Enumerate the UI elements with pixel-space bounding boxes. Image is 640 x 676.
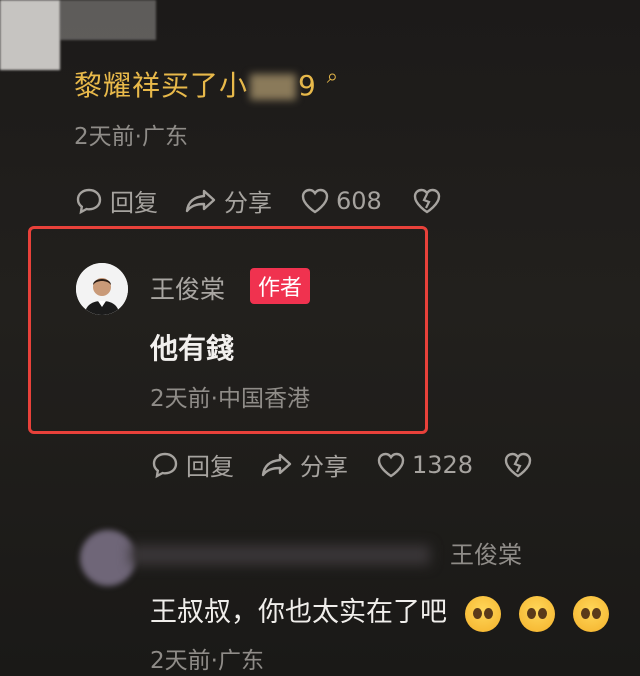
pleading-face-icon	[465, 595, 501, 632]
share-button[interactable]: 分享	[184, 183, 272, 218]
author-reply-text: 他有錢	[150, 332, 235, 365]
heart-icon	[301, 188, 329, 213]
share-icon	[185, 189, 216, 212]
share-button[interactable]: 分享	[260, 447, 348, 482]
comment-icon	[76, 188, 102, 214]
search-icon: ⌕	[326, 64, 339, 88]
pleading-face-icon	[573, 595, 609, 632]
reply-to-name[interactable]: 王俊棠	[450, 535, 522, 570]
reply-button[interactable]: 回复	[74, 183, 158, 218]
comment-text: 王叔叔，你也太实在了吧	[150, 590, 609, 632]
blurred-user-avatar	[80, 530, 136, 586]
comment-meta: 2天前·广东	[74, 124, 188, 150]
dislike-button[interactable]	[412, 187, 442, 215]
blurred-avatar	[0, 0, 60, 70]
like-button[interactable]: 608	[300, 187, 382, 215]
comment-icon	[152, 452, 178, 478]
like-button[interactable]: 1328	[376, 451, 473, 479]
author-reply-meta: 2天前·中国香港	[150, 386, 310, 412]
blurred-user-name	[130, 545, 430, 565]
author-name[interactable]: 王俊棠	[150, 270, 225, 306]
blurred-name	[60, 0, 156, 40]
heart-icon	[377, 452, 405, 477]
author-badge: 作者	[250, 268, 311, 304]
dislike-button[interactable]	[503, 451, 533, 479]
comment-link-text[interactable]: 黎耀祥买了小 9 ⌕	[74, 64, 339, 104]
reply-button[interactable]: 回复	[150, 447, 234, 482]
broken-heart-icon	[413, 188, 441, 213]
share-icon	[261, 453, 292, 476]
pleading-face-icon	[519, 595, 555, 632]
author-avatar[interactable]	[76, 263, 128, 315]
comment-meta: 2天前·广东	[150, 648, 264, 674]
broken-heart-icon	[504, 452, 532, 477]
